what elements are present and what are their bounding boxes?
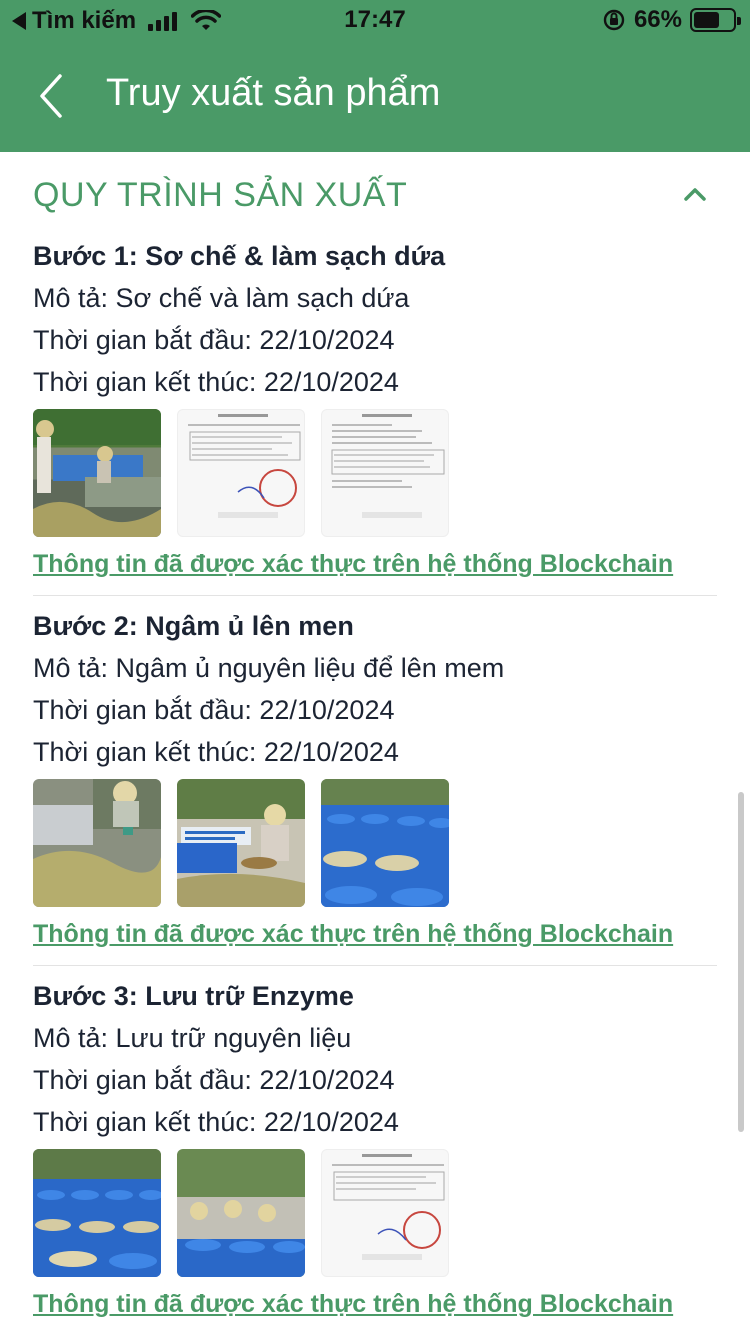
step-name: Bước 3: Lưu trữ Enzyme <box>33 981 354 1011</box>
blockchain-verify-link[interactable]: Thông tin đã được xác thực trên hệ thống… <box>33 545 717 583</box>
back-chevron-icon[interactable] <box>28 68 78 124</box>
step-description: Mô tả: Ngâm ủ nguyên liệu để lên mem <box>33 653 505 683</box>
rotation-lock-icon <box>603 9 625 31</box>
page-title: Truy xuất sản phẩm <box>106 72 441 114</box>
battery-percent: 66% <box>633 6 682 33</box>
step-photo[interactable] <box>33 779 161 907</box>
step-photo[interactable] <box>33 1149 161 1277</box>
scrollbar[interactable] <box>738 792 744 1132</box>
step-description: Mô tả: Sơ chế và làm sạch dứa <box>33 283 410 313</box>
step-start-time: Thời gian bắt đầu: 22/10/2024 <box>33 695 395 725</box>
battery-icon <box>690 8 741 32</box>
step-description: Mô tả: Lưu trữ nguyên liệu <box>33 1023 352 1053</box>
step-name: Bước 2: Ngâm ủ lên men <box>33 611 354 641</box>
battery-fill <box>694 12 720 28</box>
status-bar: Tìm kiếm 17:47 66% <box>0 0 750 40</box>
nav-header: Truy xuất sản phẩm <box>0 40 750 152</box>
step-end-time: Thời gian kết thúc: 22/10/2024 <box>33 737 399 767</box>
step-2: Bước 2: Ngâm ủ lên men Mô tả: Ngâm ủ ngu… <box>33 605 717 966</box>
step-start-time: Thời gian bắt đầu: 22/10/2024 <box>33 1065 395 1095</box>
step-document-image[interactable] <box>321 1149 449 1277</box>
battery-nub <box>737 17 741 25</box>
step-document-image[interactable] <box>177 409 305 537</box>
chevron-up-icon[interactable] <box>683 186 707 202</box>
step-divider <box>33 595 717 596</box>
step-photo[interactable] <box>177 1149 305 1277</box>
process-content[interactable]: QUY TRÌNH SẢN XUẤT Bước 1: Sơ chế & làm … <box>0 152 750 1334</box>
step-end-time: Thời gian kết thúc: 22/10/2024 <box>33 1107 399 1137</box>
step-document-image[interactable] <box>321 409 449 537</box>
blockchain-verify-link[interactable]: Thông tin đã được xác thực trên hệ thống… <box>33 915 717 953</box>
section-title: QUY TRÌNH SẢN XUẤT <box>33 176 408 214</box>
blockchain-verify-link[interactable]: Thông tin đã được xác thực trên hệ thống… <box>33 1285 717 1323</box>
step-start-time: Thời gian bắt đầu: 22/10/2024 <box>33 325 395 355</box>
step-3: Bước 3: Lưu trữ Enzyme Mô tả: Lưu trữ ng… <box>33 975 717 1334</box>
step-end-time: Thời gian kết thúc: 22/10/2024 <box>33 367 399 397</box>
section-header[interactable]: QUY TRÌNH SẢN XUẤT <box>33 176 717 222</box>
step-name: Bước 1: Sơ chế & làm sạch dứa <box>33 241 446 271</box>
step-photo[interactable] <box>177 779 305 907</box>
app-header-background: Tìm kiếm 17:47 66% Truy xuất sản phẩm <box>0 0 750 152</box>
step-divider <box>33 965 717 966</box>
step-1: Bước 1: Sơ chế & làm sạch dứa Mô tả: Sơ … <box>33 235 717 596</box>
step-photo[interactable] <box>33 409 161 537</box>
step-photo[interactable] <box>321 779 449 907</box>
